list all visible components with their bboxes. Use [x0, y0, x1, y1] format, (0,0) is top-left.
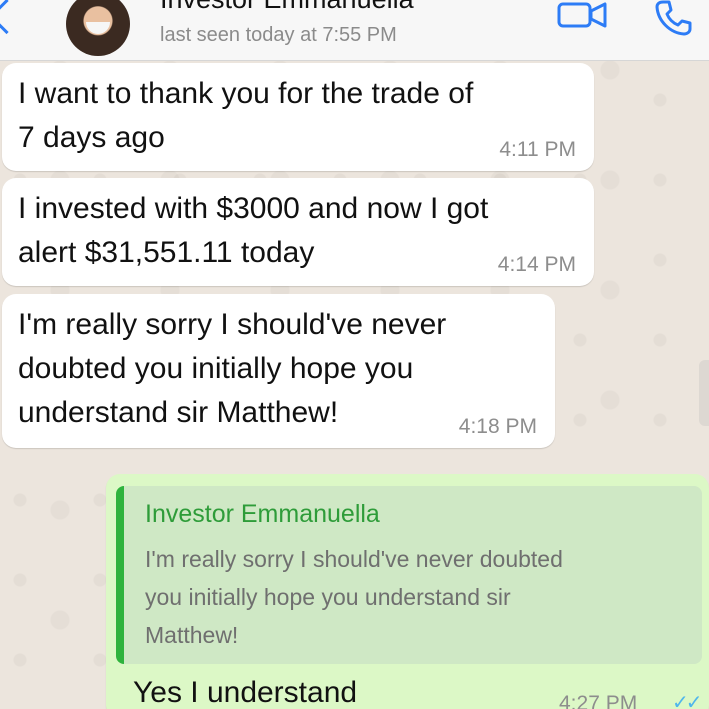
message-line: understand sir Matthew! [18, 396, 339, 429]
message-line: alert $31,551.11 today [18, 236, 315, 269]
message-text: I'm really sorry I should've never doubt… [18, 303, 446, 435]
incoming-message-2[interactable]: I invested with $3000 and now I got aler… [2, 178, 594, 286]
last-seen-status: last seen today at 7:55 PM [160, 24, 397, 46]
quoted-line: I'm really sorry I should've never doubt… [145, 546, 563, 572]
video-call-icon[interactable] [557, 0, 609, 30]
message-text: I invested with $3000 and now I got aler… [18, 187, 488, 275]
quoted-line: you initially hope you understand sir [145, 584, 511, 610]
quoted-sender-name: Investor Emmanuella [145, 500, 380, 528]
quoted-line: Matthew! [145, 622, 239, 648]
message-line: I want to thank you for the trade of [18, 77, 474, 110]
message-line: I invested with $3000 and now I got [18, 192, 489, 225]
back-chevron-icon[interactable] [0, 0, 25, 35]
contact-avatar[interactable] [66, 0, 130, 56]
message-text: I want to thank you for the trade of 7 d… [18, 72, 473, 160]
quoted-message-text: I'm really sorry I should've never doubt… [145, 540, 675, 654]
message-line: I'm really sorry I should've never [18, 308, 447, 341]
chat-screen: Investor Emmanuella last seen today at 7… [0, 0, 709, 709]
quoted-message[interactable]: Investor Emmanuella I'm really sorry I s… [116, 486, 702, 664]
incoming-message-3[interactable]: I'm really sorry I should've never doubt… [2, 294, 555, 448]
message-line: 7 days ago [18, 121, 165, 154]
chat-header: Investor Emmanuella last seen today at 7… [0, 0, 709, 61]
reply-message-text: Yes I understand [133, 676, 358, 709]
incoming-message-1[interactable]: I want to thank you for the trade of 7 d… [2, 63, 594, 171]
voice-call-icon[interactable] [653, 0, 693, 38]
message-time: 4:18 PM [458, 415, 537, 438]
contact-name[interactable]: Investor Emmanuella [160, 0, 414, 15]
message-time: 4:14 PM [497, 253, 576, 276]
message-line: doubted you initially hope you [18, 352, 414, 385]
scroll-handle[interactable] [699, 360, 709, 426]
double-check-icon: ✓✓ [672, 692, 702, 709]
message-time: 4:11 PM [499, 138, 576, 161]
reply-message-time: 4:27 PM [559, 692, 638, 709]
